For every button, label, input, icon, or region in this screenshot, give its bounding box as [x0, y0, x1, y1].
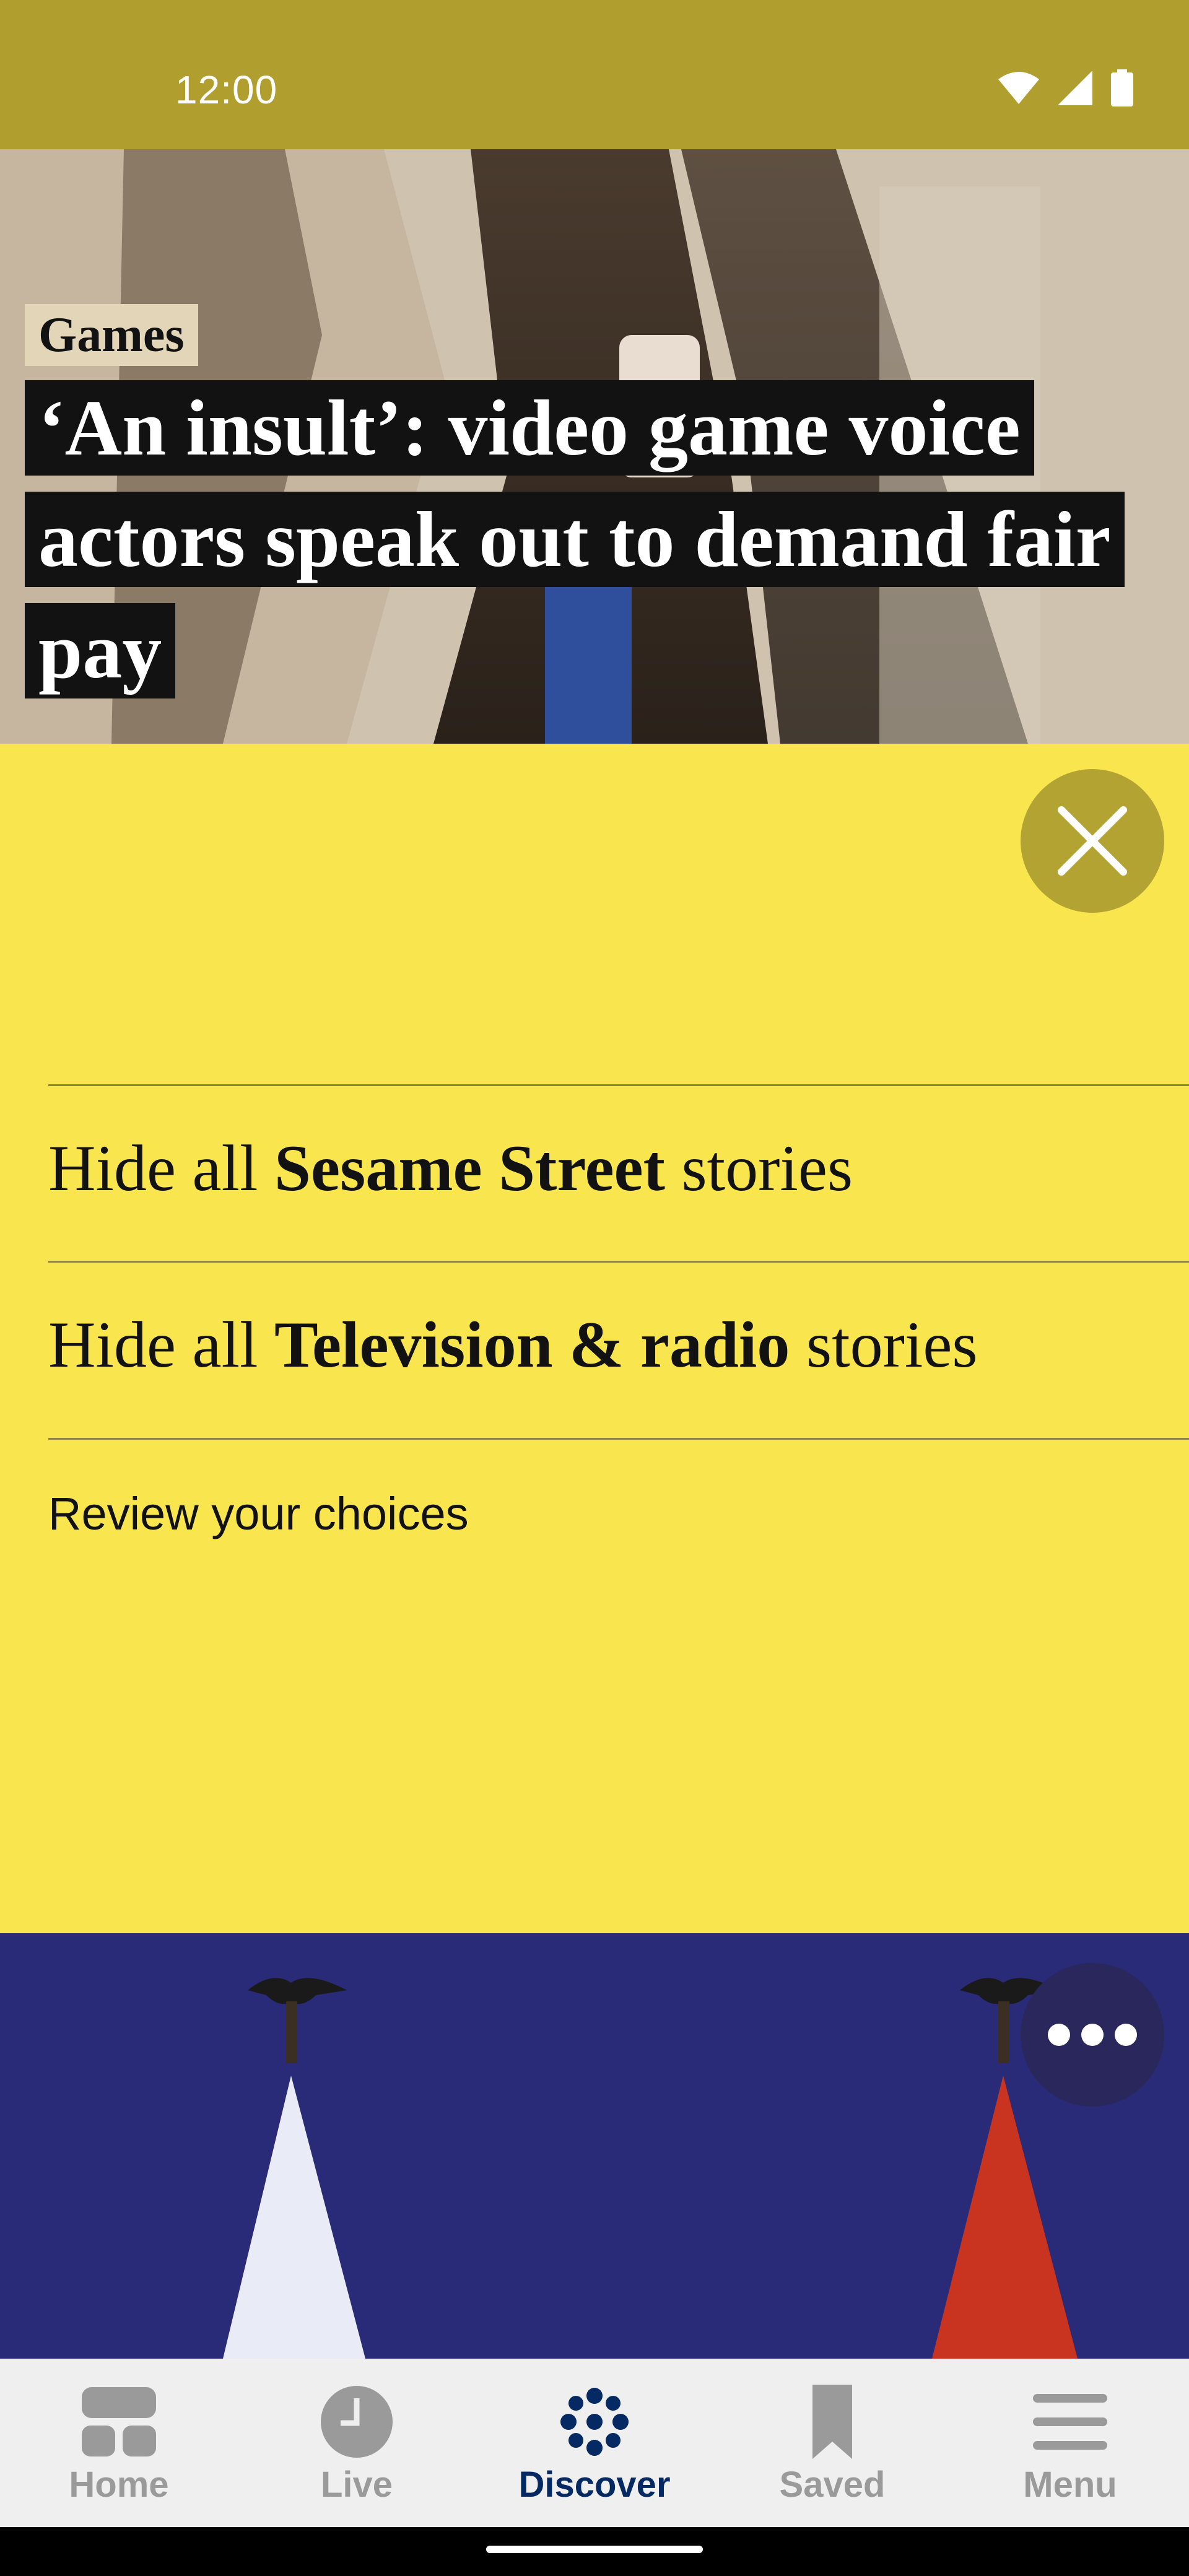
- more-options-button[interactable]: [1021, 1963, 1164, 2107]
- gesture-bar: [0, 2527, 1189, 2576]
- menu-icon: [1033, 2394, 1107, 2450]
- status-time: 12:00: [175, 67, 278, 112]
- article-kicker: Games: [25, 304, 198, 366]
- nav-live[interactable]: Live: [238, 2359, 476, 2527]
- more-dot: [1048, 2024, 1070, 2046]
- flags-photo: [0, 1933, 1189, 2359]
- close-button[interactable]: [1021, 769, 1164, 913]
- clock-icon: [321, 2386, 393, 2458]
- more-dot: [1115, 2024, 1137, 2046]
- article-headline: ‘An insult’: video game voice actors spe…: [25, 372, 1164, 707]
- review-choices-link[interactable]: Review your choices: [48, 1487, 469, 1540]
- hero-article[interactable]: Games ‘An insult’: video game voice acto…: [0, 149, 1189, 744]
- status-bar: 12:00: [0, 0, 1189, 149]
- nav-discover[interactable]: Discover: [476, 2359, 713, 2527]
- nav-label: Saved: [779, 2465, 886, 2505]
- nav-label: Discover: [518, 2465, 671, 2505]
- close-icon: [1058, 806, 1127, 876]
- signal-icon: [1058, 71, 1092, 105]
- nav-saved[interactable]: Saved: [713, 2359, 951, 2527]
- home-indicator[interactable]: [486, 2546, 703, 2553]
- nav-menu[interactable]: Menu: [951, 2359, 1189, 2527]
- option-prefix: Hide all: [48, 1308, 274, 1381]
- headline-text: ‘An insult’: video game voice actors spe…: [25, 380, 1125, 698]
- option-prefix: Hide all: [48, 1132, 274, 1204]
- divider: [48, 1438, 1189, 1440]
- option-suffix: stories: [790, 1308, 978, 1381]
- nav-label: Live: [320, 2465, 393, 2505]
- nav-label: Menu: [1023, 2465, 1117, 2505]
- option-topic: Television & radio: [274, 1308, 790, 1381]
- wifi-icon: [998, 72, 1039, 104]
- divider: [48, 1084, 1189, 1086]
- home-icon: [82, 2387, 156, 2456]
- article-image[interactable]: [0, 1933, 1189, 2359]
- bottom-navigation: Home Live Discover Saved Menu: [0, 2359, 1189, 2527]
- discover-icon: [560, 2388, 629, 2456]
- status-icons: [998, 69, 1133, 107]
- divider: [48, 1261, 1189, 1263]
- hide-sesame-street-option[interactable]: Hide all Sesame Street stories: [48, 1131, 853, 1206]
- nav-home[interactable]: Home: [0, 2359, 238, 2527]
- more-dot: [1081, 2024, 1104, 2046]
- option-suffix: stories: [664, 1132, 853, 1204]
- option-topic: Sesame Street: [274, 1132, 665, 1204]
- bookmark-icon: [812, 2385, 852, 2459]
- nav-label: Home: [69, 2465, 169, 2505]
- battery-icon: [1111, 69, 1133, 107]
- hide-television-radio-option[interactable]: Hide all Television & radio stories: [48, 1307, 978, 1383]
